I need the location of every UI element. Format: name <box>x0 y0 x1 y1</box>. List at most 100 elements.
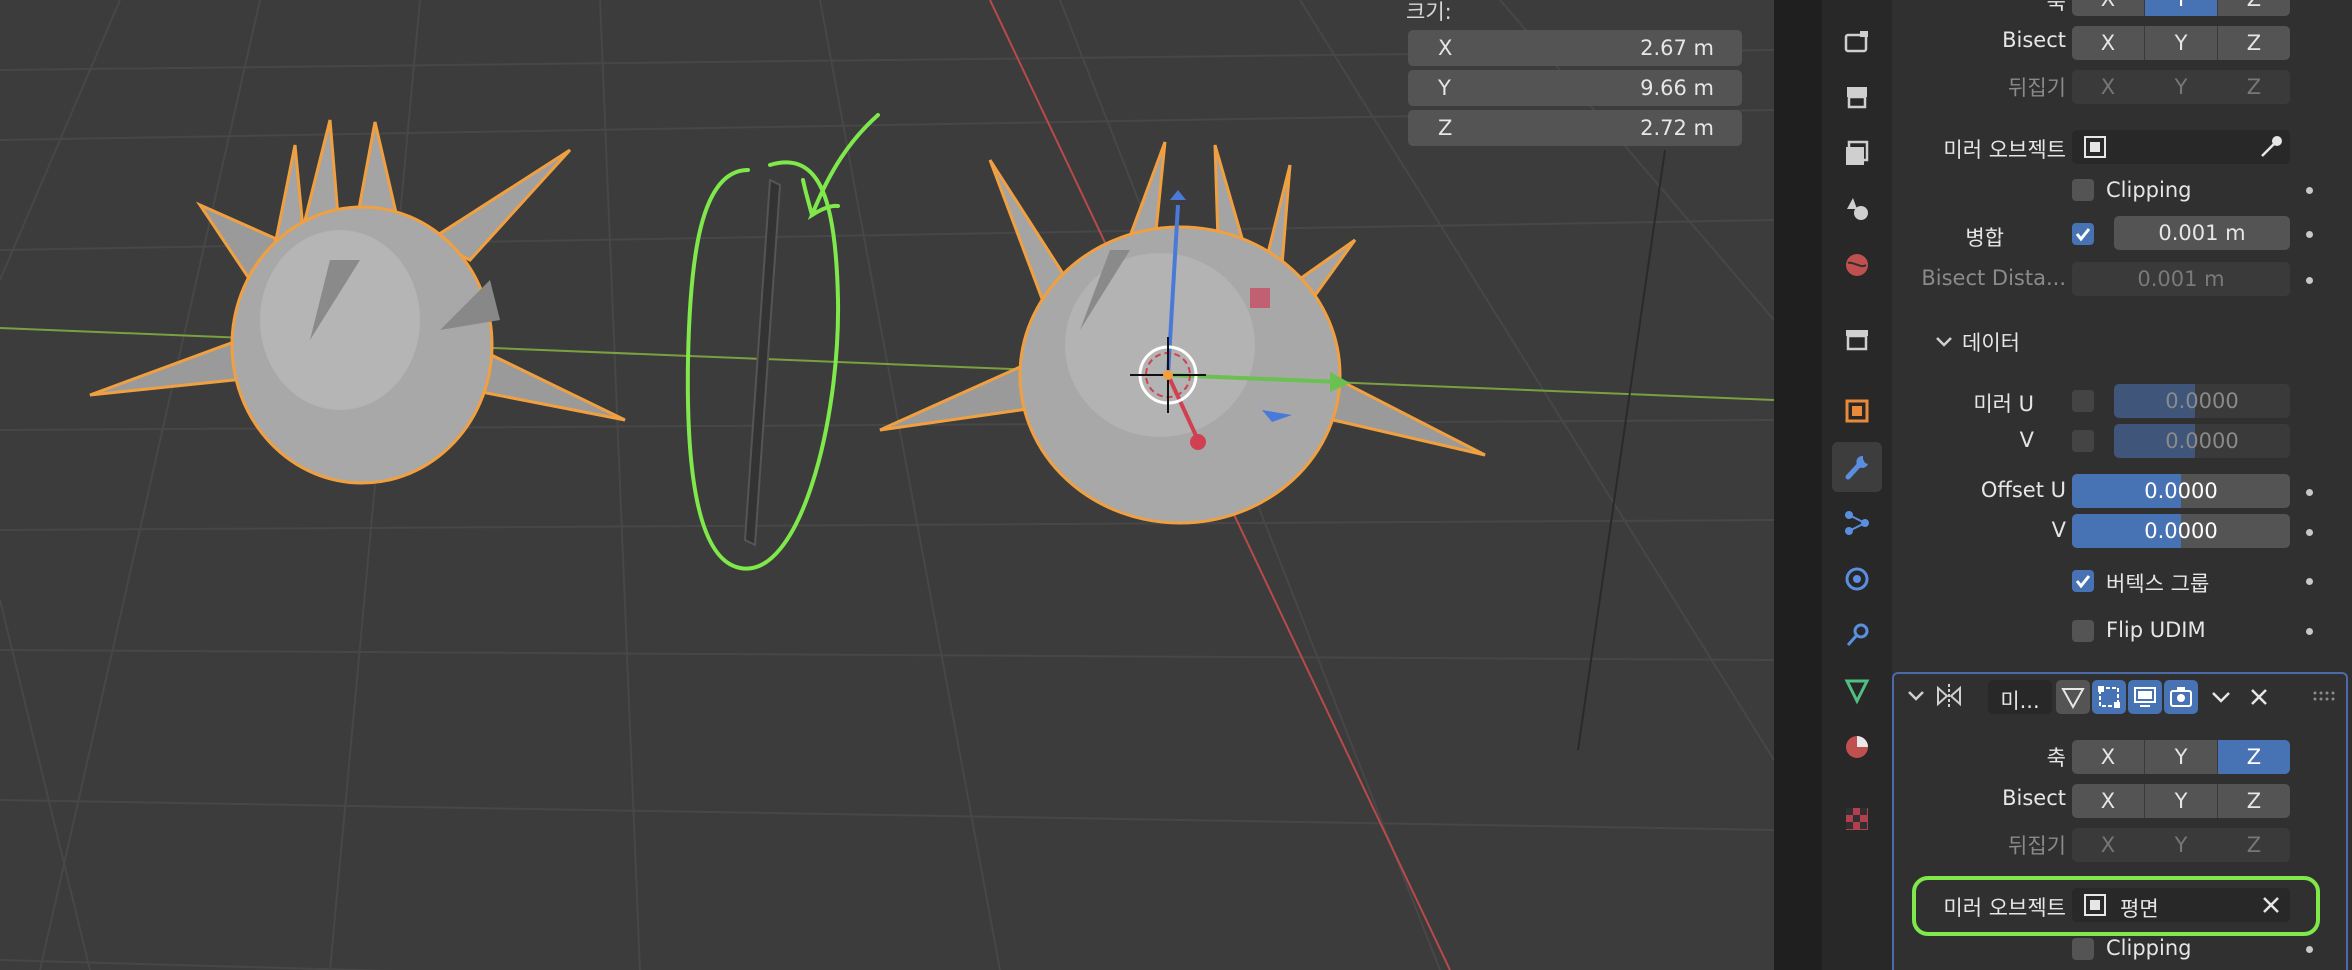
viewport-display-toggle[interactable] <box>2128 680 2162 714</box>
clipping-checkbox-1[interactable] <box>2072 179 2094 201</box>
tab-modifiers[interactable] <box>1832 442 1882 492</box>
render-toggle[interactable] <box>2164 680 2198 714</box>
axis-x-button-2[interactable]: X <box>2072 740 2145 774</box>
axis-y-button-1[interactable]: Y <box>2145 0 2218 16</box>
monitor-icon <box>2134 687 2156 707</box>
mirror-object-field-1[interactable] <box>2072 130 2290 164</box>
tab-constraints[interactable] <box>1832 610 1882 660</box>
bisect-y-button-2[interactable]: Y <box>2145 784 2218 818</box>
mirror-v-checkbox[interactable] <box>2072 430 2094 452</box>
tab-particles[interactable] <box>1832 498 1882 548</box>
keyframe-dot[interactable] <box>2306 628 2313 635</box>
merge-distance-field-1[interactable]: 0.001 m <box>2114 216 2290 250</box>
keyframe-dot[interactable] <box>2306 946 2313 953</box>
mirror-u-value: 0.0000 <box>2165 389 2239 413</box>
chevron-down-icon[interactable] <box>2210 686 2232 708</box>
bisect-z-button-2[interactable]: Z <box>2218 784 2290 818</box>
flip-x-button-1[interactable]: X <box>2072 70 2145 104</box>
mirror-u-field[interactable]: 0.0000 <box>2114 384 2290 418</box>
drag-handle-icon[interactable] <box>2312 690 2336 702</box>
size-x-field[interactable]: X 2.67 m <box>1408 30 1742 66</box>
mirror-v-label: V <box>2019 428 2034 452</box>
tab-tool[interactable] <box>1832 16 1882 66</box>
close-icon[interactable] <box>2248 686 2270 708</box>
bisect-y-button-1[interactable]: Y <box>2145 26 2218 60</box>
mirror-v-value: 0.0000 <box>2165 429 2239 453</box>
tab-scene[interactable] <box>1832 240 1882 290</box>
3d-viewport[interactable]: 크기: X 2.67 m Y 9.66 m Z 2.72 m <box>0 0 1774 970</box>
wrench-icon <box>1845 455 1868 480</box>
offset-u-label: Offset U <box>1980 478 2066 502</box>
mirror-modifier-icon <box>1937 684 1961 708</box>
object-icon <box>2084 136 2106 158</box>
merge-checkbox-1[interactable] <box>2072 223 2094 245</box>
physics-icon <box>1845 567 1869 591</box>
axis-label-1: 축 <box>2046 0 2066 14</box>
tab-texture[interactable] <box>1832 794 1882 844</box>
edit-mode-cage-toggle[interactable] <box>2056 680 2090 714</box>
modifier-name-field[interactable]: 미... <box>1988 680 2052 714</box>
edit-mode-toggle[interactable] <box>2092 680 2126 714</box>
keyframe-dot[interactable] <box>2306 578 2313 585</box>
tab-data[interactable] <box>1832 666 1882 716</box>
flip-y-button-1[interactable]: Y <box>2145 70 2218 104</box>
flip-udim-label: Flip UDIM <box>2106 618 2206 642</box>
chevron-down-icon[interactable] <box>1906 686 1926 706</box>
data-section-label[interactable]: 데이터 <box>1962 327 2020 357</box>
material-icon <box>1846 736 1868 758</box>
camera-icon <box>2170 687 2192 707</box>
mirror-plane-object[interactable] <box>743 178 782 547</box>
size-x-label: X <box>1438 36 1453 60</box>
mirror-v-field[interactable]: 0.0000 <box>2114 424 2290 458</box>
axis-label-2: 축 <box>2046 746 2066 770</box>
mirror-u-checkbox[interactable] <box>2072 390 2094 412</box>
axis-x-button-1[interactable]: X <box>2072 0 2145 16</box>
offset-v-field[interactable]: 0.0000 <box>2072 514 2290 548</box>
vertex-group-checkbox[interactable] <box>2072 570 2094 592</box>
keyframe-dot[interactable] <box>2306 529 2313 536</box>
bisect-distance-field-1[interactable]: 0.001 m <box>2072 262 2290 296</box>
axis-z-button-1[interactable]: Z <box>2218 0 2290 16</box>
clipping-label-1: Clipping <box>2106 178 2192 202</box>
bisect-x-button-1[interactable]: X <box>2072 26 2145 60</box>
mesh-data-icon <box>1844 679 1870 705</box>
keyframe-dot[interactable] <box>2306 489 2313 496</box>
offset-u-field[interactable]: 0.0000 <box>2072 474 2290 508</box>
tab-world[interactable] <box>1832 314 1882 364</box>
flip-udim-checkbox[interactable] <box>2072 620 2094 642</box>
checkmark-icon <box>2075 228 2091 242</box>
eyedropper-icon[interactable] <box>2258 134 2284 160</box>
size-title: 크기: <box>1406 0 1452 24</box>
flip-x-button-2[interactable]: X <box>2072 828 2145 862</box>
output-icon <box>1846 140 1869 165</box>
size-y-field[interactable]: Y 9.66 m <box>1408 70 1742 106</box>
tab-render[interactable] <box>1832 72 1882 122</box>
bisect-z-button-1[interactable]: Z <box>2218 26 2290 60</box>
flip-label-1: 뒤집기 <box>2008 76 2066 100</box>
chevron-down-icon[interactable] <box>1934 332 1954 352</box>
flip-z-button-1[interactable]: Z <box>2218 70 2290 104</box>
offset-v-value: 0.0000 <box>2144 519 2218 543</box>
flip-buttons-2: X Y Z <box>2072 828 2290 862</box>
keyframe-dot[interactable] <box>2306 187 2313 194</box>
size-z-field[interactable]: Z 2.72 m <box>1408 110 1742 146</box>
tab-output[interactable] <box>1832 128 1882 178</box>
keyframe-dot[interactable] <box>2306 277 2313 284</box>
clipping-checkbox-2[interactable] <box>2072 938 2094 960</box>
offset-u-value: 0.0000 <box>2144 479 2218 503</box>
flip-label-2: 뒤집기 <box>2008 834 2066 858</box>
vertex-group-label: 버텍스 그룹 <box>2106 572 2210 596</box>
flip-z-button-2[interactable]: Z <box>2218 828 2290 862</box>
tab-physics[interactable] <box>1832 554 1882 604</box>
flip-y-button-2[interactable]: Y <box>2145 828 2218 862</box>
axis-z-button-2[interactable]: Z <box>2218 740 2290 774</box>
keyframe-dot[interactable] <box>2306 231 2313 238</box>
axis-buttons-2: X Y Z <box>2072 740 2290 774</box>
tab-view-layer[interactable] <box>1832 184 1882 234</box>
tab-object[interactable] <box>1832 386 1882 436</box>
axis-y-button-2[interactable]: Y <box>2145 740 2218 774</box>
size-z-label: Z <box>1438 116 1453 140</box>
axis-buttons-1: X Y Z <box>2072 0 2290 16</box>
bisect-x-button-2[interactable]: X <box>2072 784 2145 818</box>
tab-material[interactable] <box>1832 722 1882 772</box>
